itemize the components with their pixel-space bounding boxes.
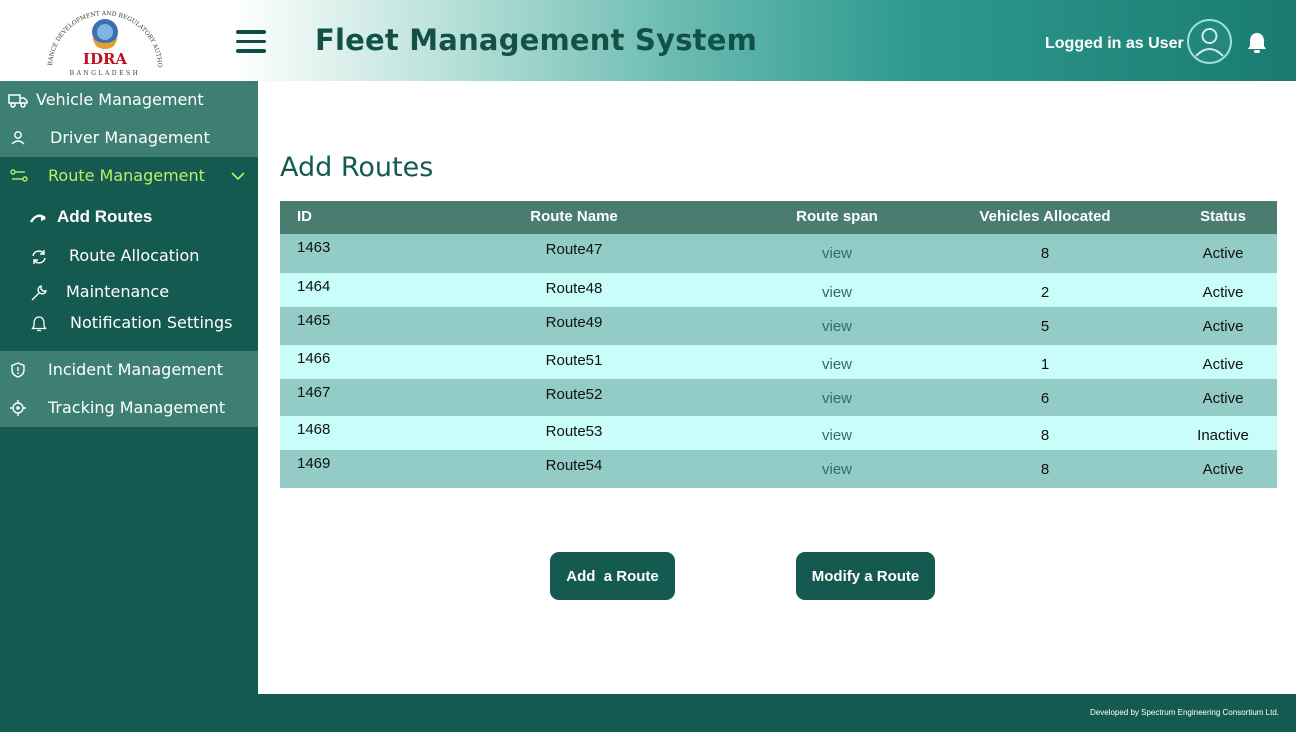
table-row: 1466 Route51 view 1 Active [280,345,1277,379]
app-header: INSURANCE DEVELOPMENT AND REGULATORY AUT… [0,0,1296,81]
sidebar-subitem-label: Maintenance [66,282,170,301]
logo-main-text: IDRA [83,50,127,68]
footer-credit: Developed by Spectrum Engineering Consor… [1090,708,1279,717]
sidebar-subitem-route-allocation[interactable]: Route Allocation [0,240,258,272]
sidebar-subitem-label: Add Routes [57,207,153,226]
sidebar-subitem-maintenance[interactable]: Maintenance [0,276,258,308]
sidebar-subitem-add-routes[interactable]: Add Routes [0,201,258,233]
sidebar-subitem-notification-settings[interactable]: Notification Settings [0,307,258,339]
table-row: 1469 Route54 view 8 Active [280,450,1277,488]
sidebar-item-vehicle-management[interactable]: Vehicle Management [0,81,258,119]
truck-icon [8,94,28,108]
cell-id: 1463 [297,239,331,256]
sidebar-subitem-label: Notification Settings [70,313,233,332]
column-header-id: ID [297,208,312,225]
routes-table: ID Route Name Route span Vehicles Alloca… [280,201,1277,488]
modify-route-button[interactable]: Modify a Route [796,552,935,600]
view-route-span-link[interactable]: view [822,356,852,373]
redo-arrow-icon [29,214,46,223]
view-route-span-link[interactable]: view [822,461,852,478]
chevron-down-icon[interactable] [228,166,248,186]
user-avatar-icon[interactable] [1187,19,1232,64]
view-route-span-link[interactable]: view [822,284,852,301]
table-row: 1464 Route48 view 2 Active [280,273,1277,307]
cell-id: 1467 [297,384,331,401]
shield-icon [11,362,25,378]
sidebar-item-route-management[interactable]: Route Management [0,157,258,195]
cell-id: 1469 [297,455,331,472]
sidebar-item-tracking-management[interactable]: Tracking Management [0,389,258,427]
refresh-icon [32,250,46,264]
footer: Developed by Spectrum Engineering Consor… [0,694,1296,732]
bell-icon [31,316,47,332]
bell-icon[interactable] [1246,31,1268,55]
person-icon [11,131,25,145]
view-route-span-link[interactable]: view [822,245,852,262]
table-header-row: ID Route Name Route span Vehicles Alloca… [280,201,1277,234]
cell-id: 1464 [297,278,331,295]
sidebar-item-label: Vehicle Management [36,90,204,109]
menu-icon[interactable] [236,30,266,53]
app-title: Fleet Management System [315,23,758,57]
sidebar-item-driver-management[interactable]: Driver Management [0,119,258,157]
cell-id: 1468 [297,421,331,438]
view-route-span-link[interactable]: view [822,390,852,407]
wrench-icon [31,285,47,301]
logo-country-text: BANGLADESH [70,70,141,77]
idra-logo: INSURANCE DEVELOPMENT AND REGULATORY AUT… [40,8,163,77]
sidebar-item-incident-management[interactable]: Incident Management [0,351,258,389]
view-route-span-link[interactable]: view [822,427,852,444]
cell-id: 1466 [297,350,331,367]
cell-id: 1465 [297,312,331,329]
page-title: Add Routes [280,152,434,183]
route-icon [10,169,28,182]
sidebar-subitem-label: Route Allocation [69,246,200,265]
view-route-span-link[interactable]: view [822,318,852,335]
sidebar-item-label: Incident Management [48,360,223,379]
add-route-button[interactable]: Add a Route [550,552,675,600]
table-row: 1467 Route52 view 6 Active [280,379,1277,416]
locate-icon [10,400,26,416]
sidebar: Vehicle Management Driver Management Rou… [0,81,258,694]
sidebar-item-label: Tracking Management [48,398,226,417]
sidebar-item-label: Driver Management [50,128,210,147]
sidebar-item-label: Route Management [48,166,205,185]
table-row: 1465 Route49 view 5 Active [280,307,1277,345]
logged-in-user-label: Logged in as User [1045,35,1184,52]
table-row: 1463 Route47 view 8 Active [280,234,1277,273]
table-row: 1468 Route53 view 8 Inactive [280,416,1277,450]
